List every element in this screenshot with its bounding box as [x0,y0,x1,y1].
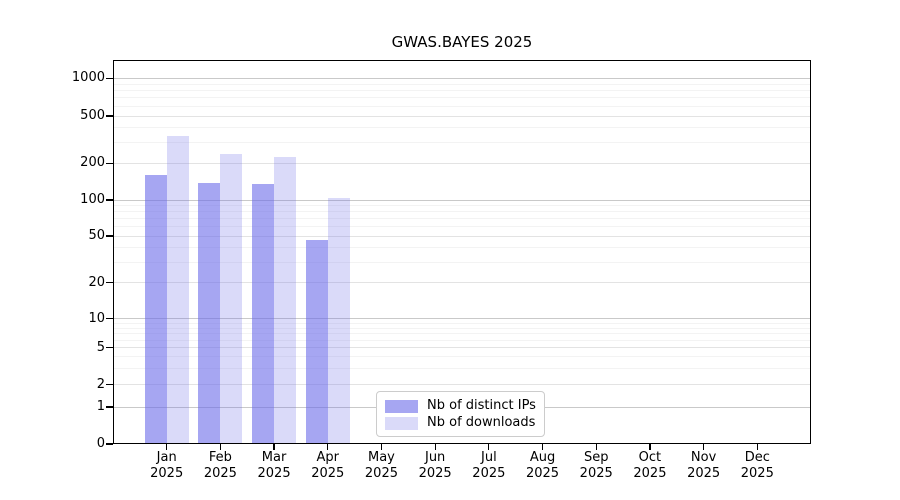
y-tick-label: 5 [30,339,105,357]
y-tick-label: 200 [30,154,105,172]
y-tick-mark [106,406,113,407]
y-tick-mark [106,115,113,116]
y-tick-mark [106,347,113,348]
legend-item-downloads: Nb of downloads [385,415,536,431]
y-tick-label: 500 [30,107,105,125]
legend-item-distinct-ips: Nb of distinct IPs [385,398,536,414]
legend-label-downloads: Nb of downloads [427,415,535,431]
legend-label-distinct-ips: Nb of distinct IPs [427,398,536,414]
y-tick-mark [106,78,113,79]
y-tick-label: 1 [30,398,105,416]
y-tick-mark [106,443,113,444]
legend: Nb of distinct IPs Nb of downloads [376,391,545,437]
x-tick-year: 2025 [717,466,797,482]
chart-title: GWAS.BAYES 2025 [113,33,811,51]
y-tick-label: 0 [30,435,105,453]
y-tick-mark [106,282,113,283]
y-tick-label: 10 [30,310,105,328]
y-tick-mark [106,199,113,200]
y-tick-label: 2 [30,376,105,394]
x-tick-label: Dec2025 [717,450,797,482]
chart-figure: GWAS.BAYES 2025 01251020501002005001000J… [0,0,900,500]
y-tick-mark [106,318,113,319]
y-tick-label: 1000 [30,69,105,87]
y-tick-label: 20 [30,274,105,292]
y-tick-mark [106,235,113,236]
y-tick-label: 100 [30,191,105,209]
y-tick-mark [106,163,113,164]
x-tick-month: Dec [717,450,797,466]
y-tick-mark [106,384,113,385]
legend-swatch-downloads [385,417,418,430]
y-tick-label: 50 [30,227,105,245]
plot-frame [113,60,811,444]
legend-swatch-distinct-ips [385,400,418,413]
